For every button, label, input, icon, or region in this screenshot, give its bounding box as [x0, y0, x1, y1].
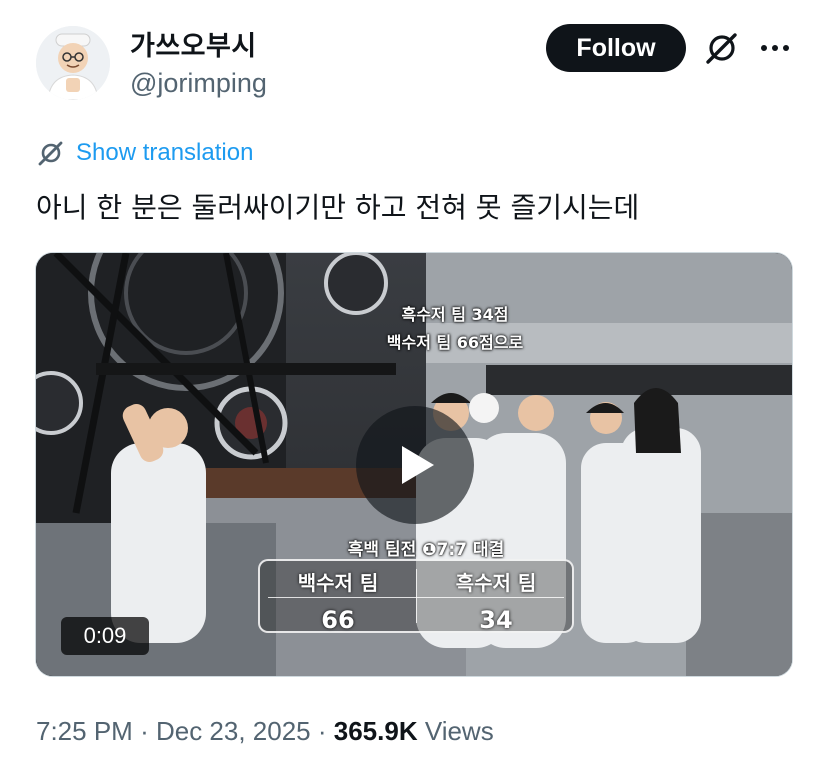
follow-button[interactable]: Follow — [546, 24, 686, 72]
tweet-date-link[interactable]: Dec 23, 2025 — [156, 716, 311, 746]
meta-separator: · — [317, 716, 334, 746]
team-left-score: 66 — [321, 606, 355, 634]
video-player[interactable]: 흑수저 팀 34점 백수저 팀 66점으로 흑백 팀전 ❶7:7 대결 백수저 … — [35, 252, 793, 677]
scoreboard: 백수저 팀 66 흑수저 팀 34 — [258, 559, 574, 634]
play-button[interactable] — [356, 406, 474, 524]
chef-avatar-icon — [36, 26, 110, 100]
team-right-name: 흑수저 팀 — [455, 571, 537, 595]
author-display-name[interactable]: 가쓰오부시 — [130, 24, 257, 63]
translate-grok-icon — [38, 141, 63, 166]
author-handle[interactable]: @jorimping — [130, 68, 267, 99]
tweet-text: 아니 한 분은 둘러싸이기만 하고 전혀 못 즐기시는데 — [36, 191, 640, 224]
avatar[interactable] — [36, 26, 110, 100]
grok-icon[interactable] — [702, 28, 742, 68]
more-dots-icon[interactable] — [755, 28, 795, 68]
translate-label: Show translation — [76, 139, 254, 166]
video-caption-line1: 흑수저 팀 34점 — [401, 305, 509, 324]
team-right-score: 34 — [479, 606, 513, 634]
scoreboard-team-right: 흑수저 팀 34 — [418, 567, 574, 634]
meta-separator: · — [140, 716, 156, 746]
scoreboard-divider — [416, 569, 417, 623]
scoreboard-team-left: 백수저 팀 66 — [260, 567, 416, 634]
scoreboard-title: 흑백 팀전 ❶7:7 대결 — [347, 540, 505, 560]
tweet-time-link[interactable]: 7:25 PM — [36, 716, 133, 746]
show-translation-link[interactable]: Show translation — [36, 138, 253, 168]
play-icon — [402, 446, 434, 484]
team-left-name: 백수저 팀 — [297, 571, 379, 595]
tweet-meta: 7:25 PM · Dec 23, 2025 · 365.9K Views — [36, 716, 494, 747]
video-caption-line2: 백수저 팀 66점으로 — [386, 333, 524, 352]
video-duration-badge: 0:09 — [61, 617, 149, 655]
views-label: Views — [424, 716, 494, 746]
views-count: 365.9K — [333, 716, 418, 746]
